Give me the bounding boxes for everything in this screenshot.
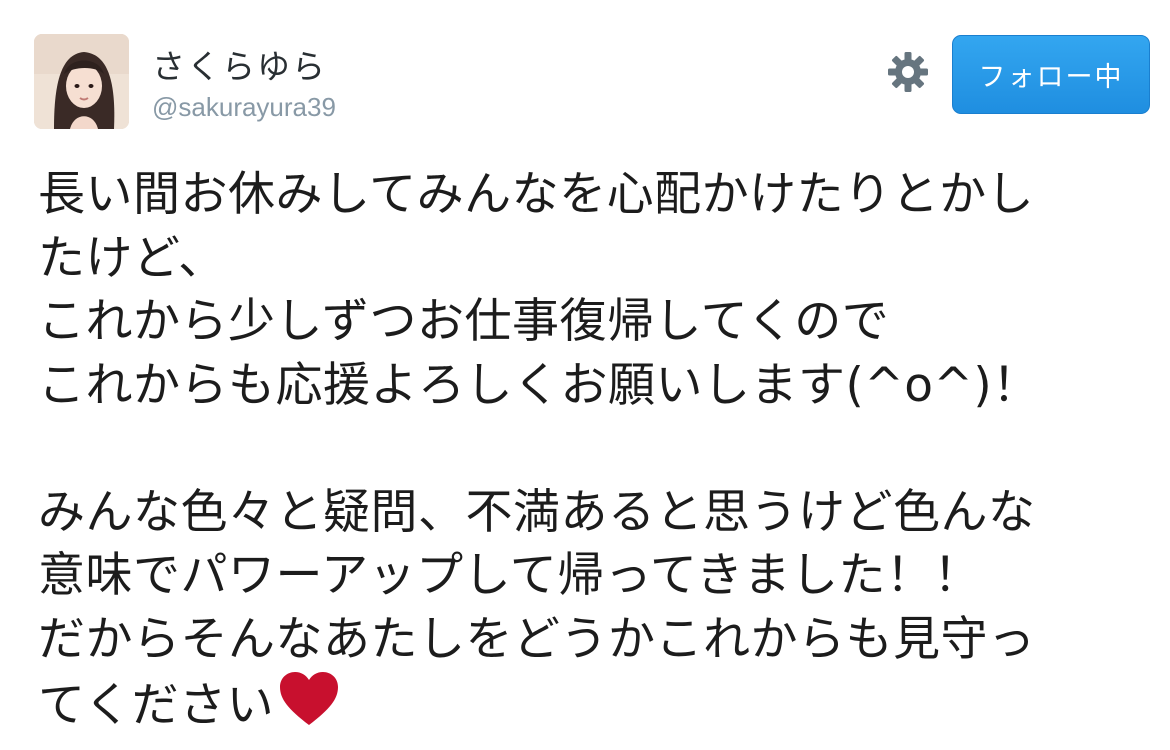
tweet-line: これからも応援よろしくお願いします(^o^)！	[38, 357, 1040, 413]
user-handle[interactable]: @sakurayura39	[152, 92, 336, 123]
tweet-line: 長い間お休みしてみんなを心配かけたりとかし	[38, 167, 1035, 222]
gear-icon[interactable]	[887, 51, 929, 93]
heart-icon	[278, 671, 340, 727]
tweet-line: 意味でパワーアップして帰ってきました！！	[38, 548, 981, 603]
display-name[interactable]: さくらゆら	[152, 40, 327, 88]
tweet-line-text: てください	[38, 678, 275, 733]
follow-button[interactable]: フォロー中	[952, 35, 1150, 114]
tweet-text: 長い間お休みしてみんなを心配かけたりとかし たけど、 これから少しずつお仕事復帰…	[38, 163, 1153, 735]
tweet-card: さくらゆら @sakurayura39 フォロー中 長い間お休みしてみんなを心配…	[0, 0, 1170, 750]
tweet-line: みんな色々と疑問、不満あると思うけど色んな	[38, 484, 1036, 540]
avatar-image	[34, 34, 129, 129]
tweet-line: だからそんなあたしをどうかこれからも見守っ	[38, 611, 1036, 667]
tweet-line-last: てください	[38, 671, 1153, 735]
tweet-line: たけど、	[38, 230, 226, 286]
tweet-line: これから少しずつお仕事復帰してくので	[38, 294, 890, 349]
avatar[interactable]	[34, 34, 129, 129]
